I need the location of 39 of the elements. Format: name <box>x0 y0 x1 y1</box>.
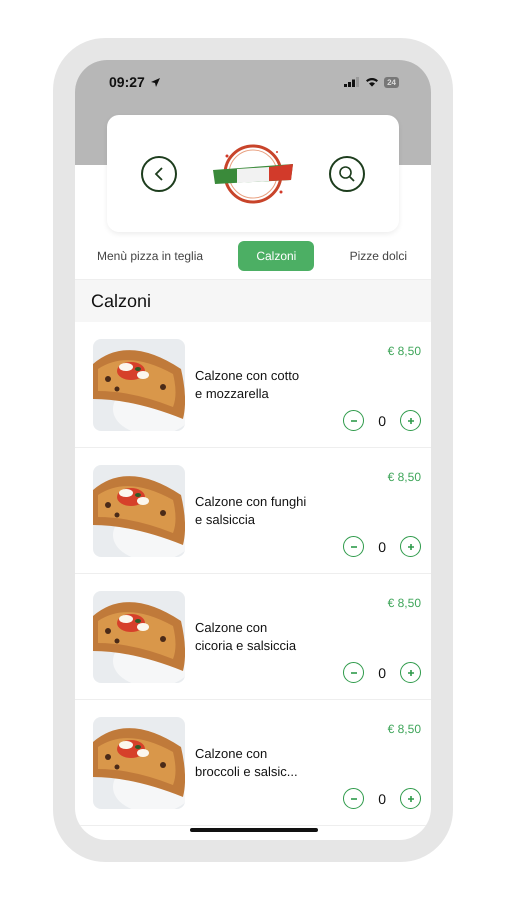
location-icon <box>150 76 161 88</box>
search-button[interactable] <box>329 156 365 192</box>
quantity: 0 <box>378 412 386 428</box>
signal-icon <box>344 77 360 87</box>
increase-button[interactable] <box>400 410 421 431</box>
plus-icon <box>406 794 416 804</box>
quantity: 0 <box>378 538 386 554</box>
product-name: Calzone con funghi e salsiccia <box>195 492 308 528</box>
wifi-icon <box>365 77 380 87</box>
section-title: Calzoni <box>91 290 152 312</box>
product-row[interactable]: Calzone con cicoria e salsiccia € 8,50 0 <box>75 574 431 700</box>
decrease-button[interactable] <box>343 788 364 809</box>
product-name: Calzone con cotto e mozzarella <box>195 366 300 402</box>
product-price: € 8,50 <box>388 344 421 358</box>
product-price: € 8,50 <box>388 596 421 610</box>
product-price: € 8,50 <box>388 722 421 736</box>
plus-icon <box>406 542 416 552</box>
increase-button[interactable] <box>400 662 421 683</box>
plus-icon <box>406 668 416 678</box>
decrease-button[interactable] <box>343 410 364 431</box>
product-price: € 8,50 <box>388 470 421 484</box>
category-tab[interactable]: Menù pizza in teglia <box>87 241 214 271</box>
product-name: Calzone con broccoli e salsic... <box>195 744 299 780</box>
increase-button[interactable] <box>400 788 421 809</box>
decrease-button[interactable] <box>343 536 364 557</box>
quantity: 0 <box>378 790 386 806</box>
decrease-button[interactable] <box>343 662 364 683</box>
search-icon <box>338 164 356 182</box>
category-tab[interactable]: Pizze dolci <box>340 241 417 271</box>
product-row[interactable]: Calzone con cotto e mozzarella € 8,50 0 <box>75 322 431 448</box>
battery-icon: 24 <box>384 76 399 88</box>
plus-icon <box>406 416 416 426</box>
back-button[interactable] <box>141 156 177 192</box>
quantity: 0 <box>378 664 386 680</box>
status-time: 09:27 <box>109 74 145 90</box>
increase-button[interactable] <box>400 536 421 557</box>
product-name: Calzone con cicoria e salsiccia <box>195 618 298 654</box>
product-row[interactable]: Calzone con funghi e salsiccia € 8,50 0 <box>75 448 431 574</box>
product-row[interactable]: Calzone con broccoli e salsic... € 8,50 0 <box>75 700 431 826</box>
